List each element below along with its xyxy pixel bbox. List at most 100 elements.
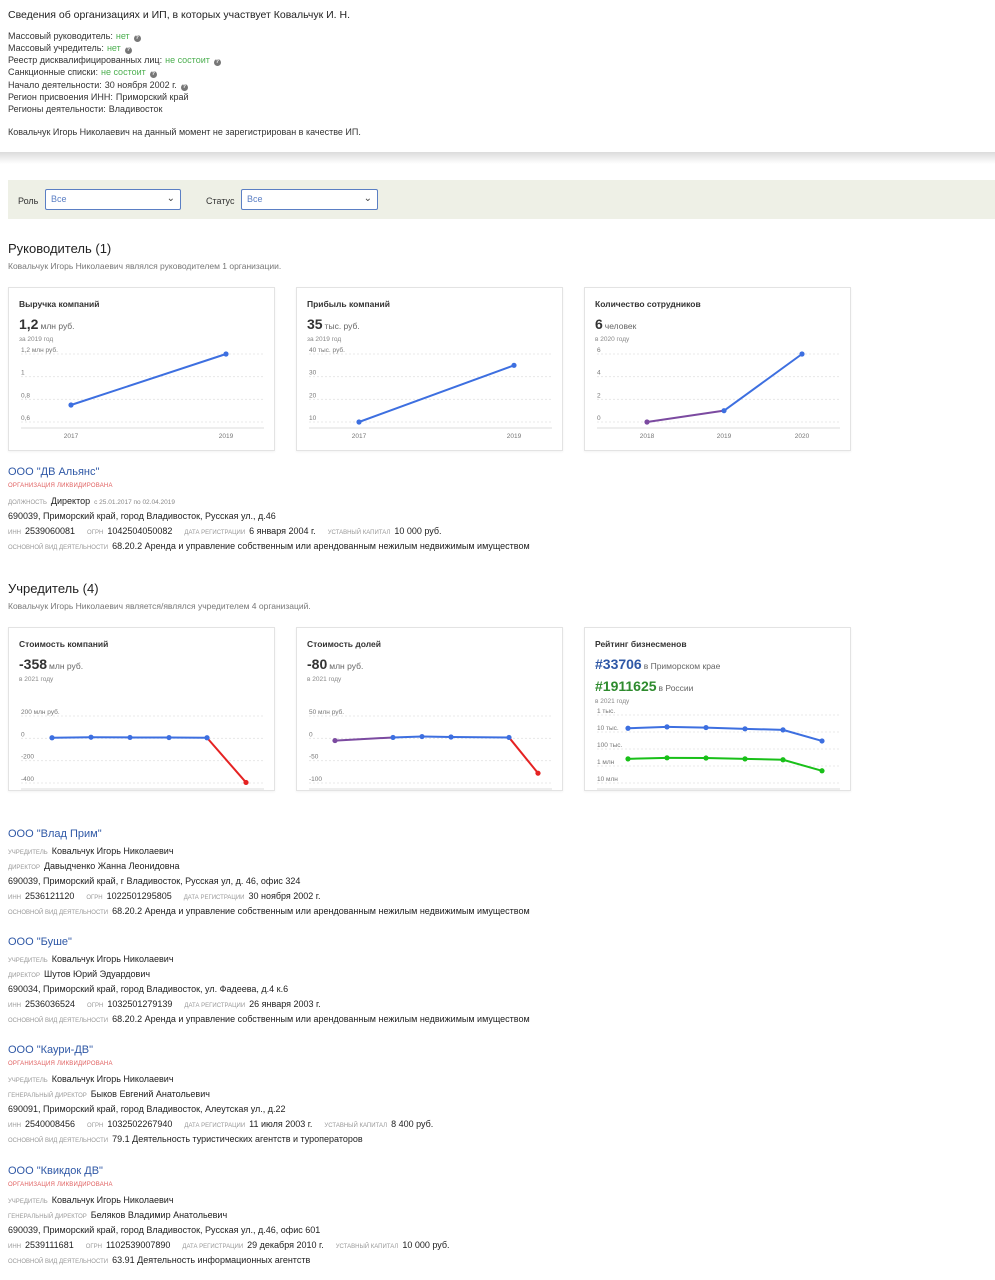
org-address: 690039, Приморский край, город Владивост… [8, 511, 276, 521]
ogrn-value: 1042504050082 [107, 526, 173, 536]
info-value: не состоит [165, 55, 210, 65]
director-name: Быков Евгений Анатольевич [90, 1089, 210, 1099]
info-value: 30 ноября 2002 г. [104, 80, 177, 90]
data-point [49, 735, 55, 741]
org-name-link[interactable]: ООО "Квикдок ДВ" [8, 1165, 103, 1177]
activity-label: ОСНОВНОЙ ВИД ДЕЯТЕЛЬНОСТИ [8, 545, 109, 551]
data-point [88, 734, 94, 740]
data-point [703, 755, 709, 761]
series-line [206, 737, 247, 784]
inn-value: 2539111681 [24, 1240, 74, 1250]
role-filter-label: Роль [18, 196, 39, 206]
profit-card: Прибыль компаний 35 тыс. руб. за 2019 год… [296, 287, 563, 451]
founder-section-subtitle: Ковальчук Игорь Николаевич является/явля… [8, 601, 311, 611]
y-tick-label: 0 [597, 415, 601, 422]
info-line: Регион присвоения ИНН: Приморский край [8, 92, 189, 102]
data-point [742, 726, 748, 732]
reg-date-label: ДАТА РЕГИСТРАЦИИ [182, 1244, 244, 1250]
x-tick-label: 2017 [352, 433, 367, 440]
help-icon[interactable]: ? [149, 71, 157, 78]
org-name-link[interactable]: ООО "ДВ Альянс" [8, 466, 99, 478]
data-point [664, 755, 670, 761]
info-label: Массовый руководитель: [8, 31, 113, 41]
help-icon[interactable]: ? [180, 84, 188, 91]
org-detail-row: 690091, Приморский край, город Владивост… [8, 1104, 286, 1114]
info-line: Реестр дисквалифицированных лиц: не состо… [8, 55, 221, 66]
info-line: Санкционные списки: не состоит? [8, 67, 157, 78]
series-line [392, 735, 423, 739]
activity-value: 63.91 Деятельность информационных агентс… [112, 1255, 311, 1265]
role-value: Директор [50, 496, 91, 506]
y-tick-label: -200 [21, 754, 34, 761]
data-point [625, 756, 631, 762]
data-point [819, 768, 825, 774]
org-name-link[interactable]: ООО "Буше" [8, 936, 72, 948]
data-point [664, 724, 670, 730]
data-point [243, 779, 249, 786]
share-value-chart: 50 млн руб.0-50-100201420162017201820202… [309, 708, 552, 790]
info-label: Начало деятельности: [8, 80, 102, 90]
staff-chart: 6 4 2 0 2018 2019 2020 [597, 347, 840, 440]
x-tick-label: 2017 [64, 433, 79, 440]
reg-date-value: 11 июля 2003 г. [249, 1119, 313, 1129]
data-point [742, 756, 748, 762]
ogrn-value: 1102539007890 [105, 1240, 171, 1250]
rating-chart: 1 тыс.10 тыс.100 тыс.1 млн10 млн20162017… [597, 708, 840, 790]
series-line [358, 364, 515, 423]
y-tick-label: 50 млн руб. [309, 708, 344, 716]
series-line [782, 728, 823, 742]
info-label: Санкционные списки: [8, 67, 98, 77]
x-tick-label: 2019 [507, 433, 522, 440]
info-value: нет [106, 43, 121, 53]
info-label: Массовый учредитель: [8, 43, 104, 53]
data-point [721, 408, 727, 414]
org-address: 690039, Приморский край, город Владивост… [8, 1225, 321, 1235]
org-detail-row: ОСНОВНОЙ ВИД ДЕЯТЕЛЬНОСТИ 79.1 Деятельнос… [8, 1134, 363, 1144]
founder-name: Ковальчук Игорь Николаевич [51, 954, 174, 964]
org-detail-row: ИНН 2536036524 ОГРН 1032501279139 ДАТА РЕГИС… [8, 999, 321, 1009]
y-tick-label: 200 млн руб. [21, 708, 60, 716]
capital-label: УСТАВНЫЙ КАПИТАЛ [327, 530, 391, 536]
series-line [627, 725, 668, 730]
y-tick-label: 4 [597, 370, 601, 377]
ogrn-label: ОГРН [85, 1244, 102, 1250]
status-select-value: Все [247, 194, 263, 204]
data-point [644, 419, 650, 425]
org-name-link[interactable]: ООО "Влад Прим" [8, 828, 102, 840]
y-tick-label: 6 [597, 347, 601, 354]
director-name: Давыдченко Жанна Леонидовна [43, 861, 180, 871]
y-tick-label: 100 тыс. [597, 742, 623, 749]
series-line [705, 757, 746, 760]
founder-name: Ковальчук Игорь Николаевич [51, 846, 174, 856]
y-tick-label: 10 [309, 415, 317, 422]
inn-value: 2540008456 [24, 1119, 76, 1129]
y-tick-label: 0,6 [21, 415, 30, 422]
info-line: Регионы деятельности: Владивосток [8, 104, 163, 114]
y-tick-label: 2 [597, 392, 601, 399]
info-value: нет [115, 31, 130, 41]
series-line [508, 736, 539, 774]
founder-name: Ковальчук Игорь Николаевич [51, 1195, 174, 1205]
data-point [166, 734, 172, 741]
founder-section-title: Учредитель (4) [8, 581, 99, 596]
y-tick-label: -50 [309, 754, 319, 761]
reg-date-label: ДАТА РЕГИСТРАЦИИ [183, 895, 245, 901]
info-line: Начало деятельности: 30 ноября 2002 г.? [8, 80, 188, 91]
help-icon[interactable]: ? [213, 59, 221, 66]
role-select[interactable]: Все ⌄ [45, 189, 181, 210]
org-detail-row: УЧРЕДИТЕЛЬ Ковальчук Игорь Николаевич [8, 1074, 174, 1084]
help-icon[interactable]: ? [133, 35, 141, 42]
org-detail-row: УЧРЕДИТЕЛЬ Ковальчук Игорь Николаевич [8, 954, 174, 964]
status-filter-label: Статус [206, 196, 235, 206]
help-icon[interactable]: ? [124, 47, 132, 54]
status-select[interactable]: Все ⌄ [241, 189, 378, 210]
director-name: Беляков Владимир Анатольевич [90, 1210, 228, 1220]
activity-label: ОСНОВНОЙ ВИД ДЕЯТЕЛЬНОСТИ [8, 910, 109, 916]
info-line: Массовый учредитель: нет? [8, 43, 132, 54]
org-detail-row: ДОЛЖНОСТЬ Директор с 25.01.2017 по 02.04.2… [8, 496, 175, 506]
chevron-down-icon: ⌄ [166, 193, 175, 204]
org-name-link[interactable]: ООО "Каури-ДВ" [8, 1044, 93, 1056]
y-tick-label: 1 млн [597, 759, 615, 766]
series-line [646, 409, 725, 423]
share-value-card: Стоимость долей -80 млн руб. в 2021 году … [296, 627, 563, 791]
